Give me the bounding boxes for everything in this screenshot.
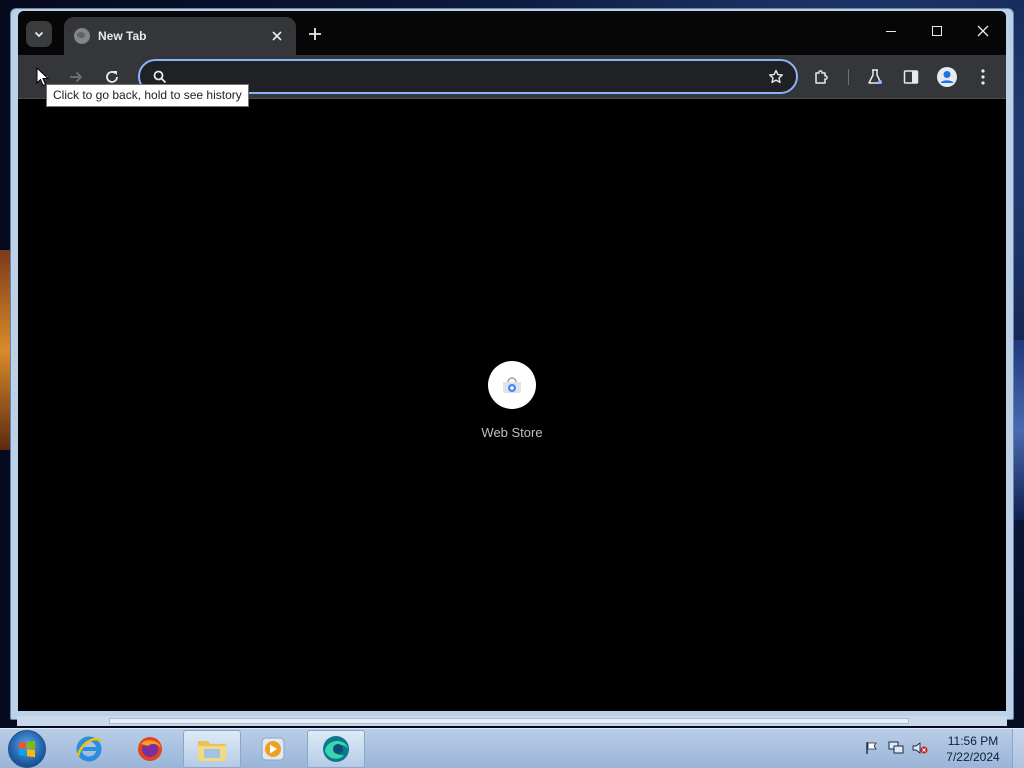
action-center-button[interactable] [864, 740, 880, 756]
network-icon [888, 741, 904, 754]
scrollbar-thumb[interactable] [109, 718, 909, 724]
arrow-right-icon [70, 71, 83, 83]
tab-search-button[interactable] [26, 21, 52, 47]
start-button[interactable] [8, 730, 46, 768]
web-store-icon [503, 377, 521, 393]
address-input[interactable] [178, 61, 766, 92]
toolbar-divider [848, 69, 849, 85]
minimize-icon [886, 30, 896, 32]
more-vert-icon [981, 69, 985, 85]
star-icon [769, 69, 783, 83]
flask-icon [868, 69, 882, 84]
flag-icon [866, 742, 877, 754]
back-button-tooltip: Click to go back, hold to see history [46, 84, 249, 107]
speaker-muted-icon [912, 742, 928, 754]
edge-icon [323, 736, 349, 762]
labs-button[interactable] [863, 65, 887, 89]
taskbar-media-player[interactable] [244, 730, 302, 768]
bookmark-star-button[interactable] [766, 67, 786, 87]
new-tab-button[interactable] [302, 21, 328, 47]
profile-button[interactable] [935, 65, 959, 89]
minimize-button[interactable] [868, 11, 914, 51]
tab-close-button[interactable] [268, 27, 286, 45]
clock-time: 11:56 PM [947, 734, 999, 748]
puzzle-icon [815, 70, 828, 84]
reload-icon [106, 71, 118, 83]
firefox-icon [138, 737, 162, 761]
side-panel-icon [903, 70, 919, 84]
extensions-button[interactable] [810, 65, 834, 89]
volume-button[interactable] [912, 740, 928, 756]
close-icon [977, 25, 989, 37]
taskbar-browser[interactable] [307, 730, 365, 768]
internet-explorer-icon [76, 736, 102, 762]
shortcut-tile [488, 361, 536, 409]
tab-strip: New Tab [18, 11, 1006, 55]
taskbar-firefox[interactable] [121, 730, 179, 768]
plus-icon [309, 28, 321, 40]
maximize-icon [932, 26, 942, 36]
windows-logo-icon [19, 740, 35, 758]
taskbar-internet-explorer[interactable] [60, 730, 118, 768]
clock-date: 7/22/2024 [946, 750, 1000, 764]
tab-new-tab[interactable]: New Tab [64, 17, 296, 55]
media-player-icon [261, 737, 285, 761]
menu-button[interactable] [971, 65, 995, 89]
browser-window: New Tab Web Store [10, 8, 1014, 720]
maximize-button[interactable] [914, 11, 960, 51]
browser-frame: New Tab Web Store [18, 11, 1006, 711]
horizontal-scrollbar[interactable] [17, 716, 1007, 726]
avatar-icon [937, 67, 957, 87]
side-panel-button[interactable] [899, 65, 923, 89]
taskbar-file-explorer[interactable] [183, 730, 241, 768]
system-tray [864, 740, 928, 756]
network-button[interactable] [888, 740, 904, 756]
system-clock[interactable]: 11:56 PM 7/22/2024 [936, 733, 1010, 765]
search-icon [153, 70, 167, 83]
tab-title: New Tab [98, 29, 147, 43]
globe-icon [74, 28, 90, 44]
shortcut-label: Web Store [481, 425, 543, 440]
shortcut-web-store[interactable]: Web Store [477, 361, 547, 440]
mouse-cursor-icon [36, 67, 50, 87]
close-icon [272, 31, 282, 41]
file-explorer-icon [198, 741, 226, 761]
show-desktop-button[interactable] [1012, 729, 1024, 768]
chevron-down-icon [34, 31, 44, 38]
close-window-button[interactable] [960, 11, 1006, 51]
taskbar: 11:56 PM 7/22/2024 [0, 728, 1024, 768]
